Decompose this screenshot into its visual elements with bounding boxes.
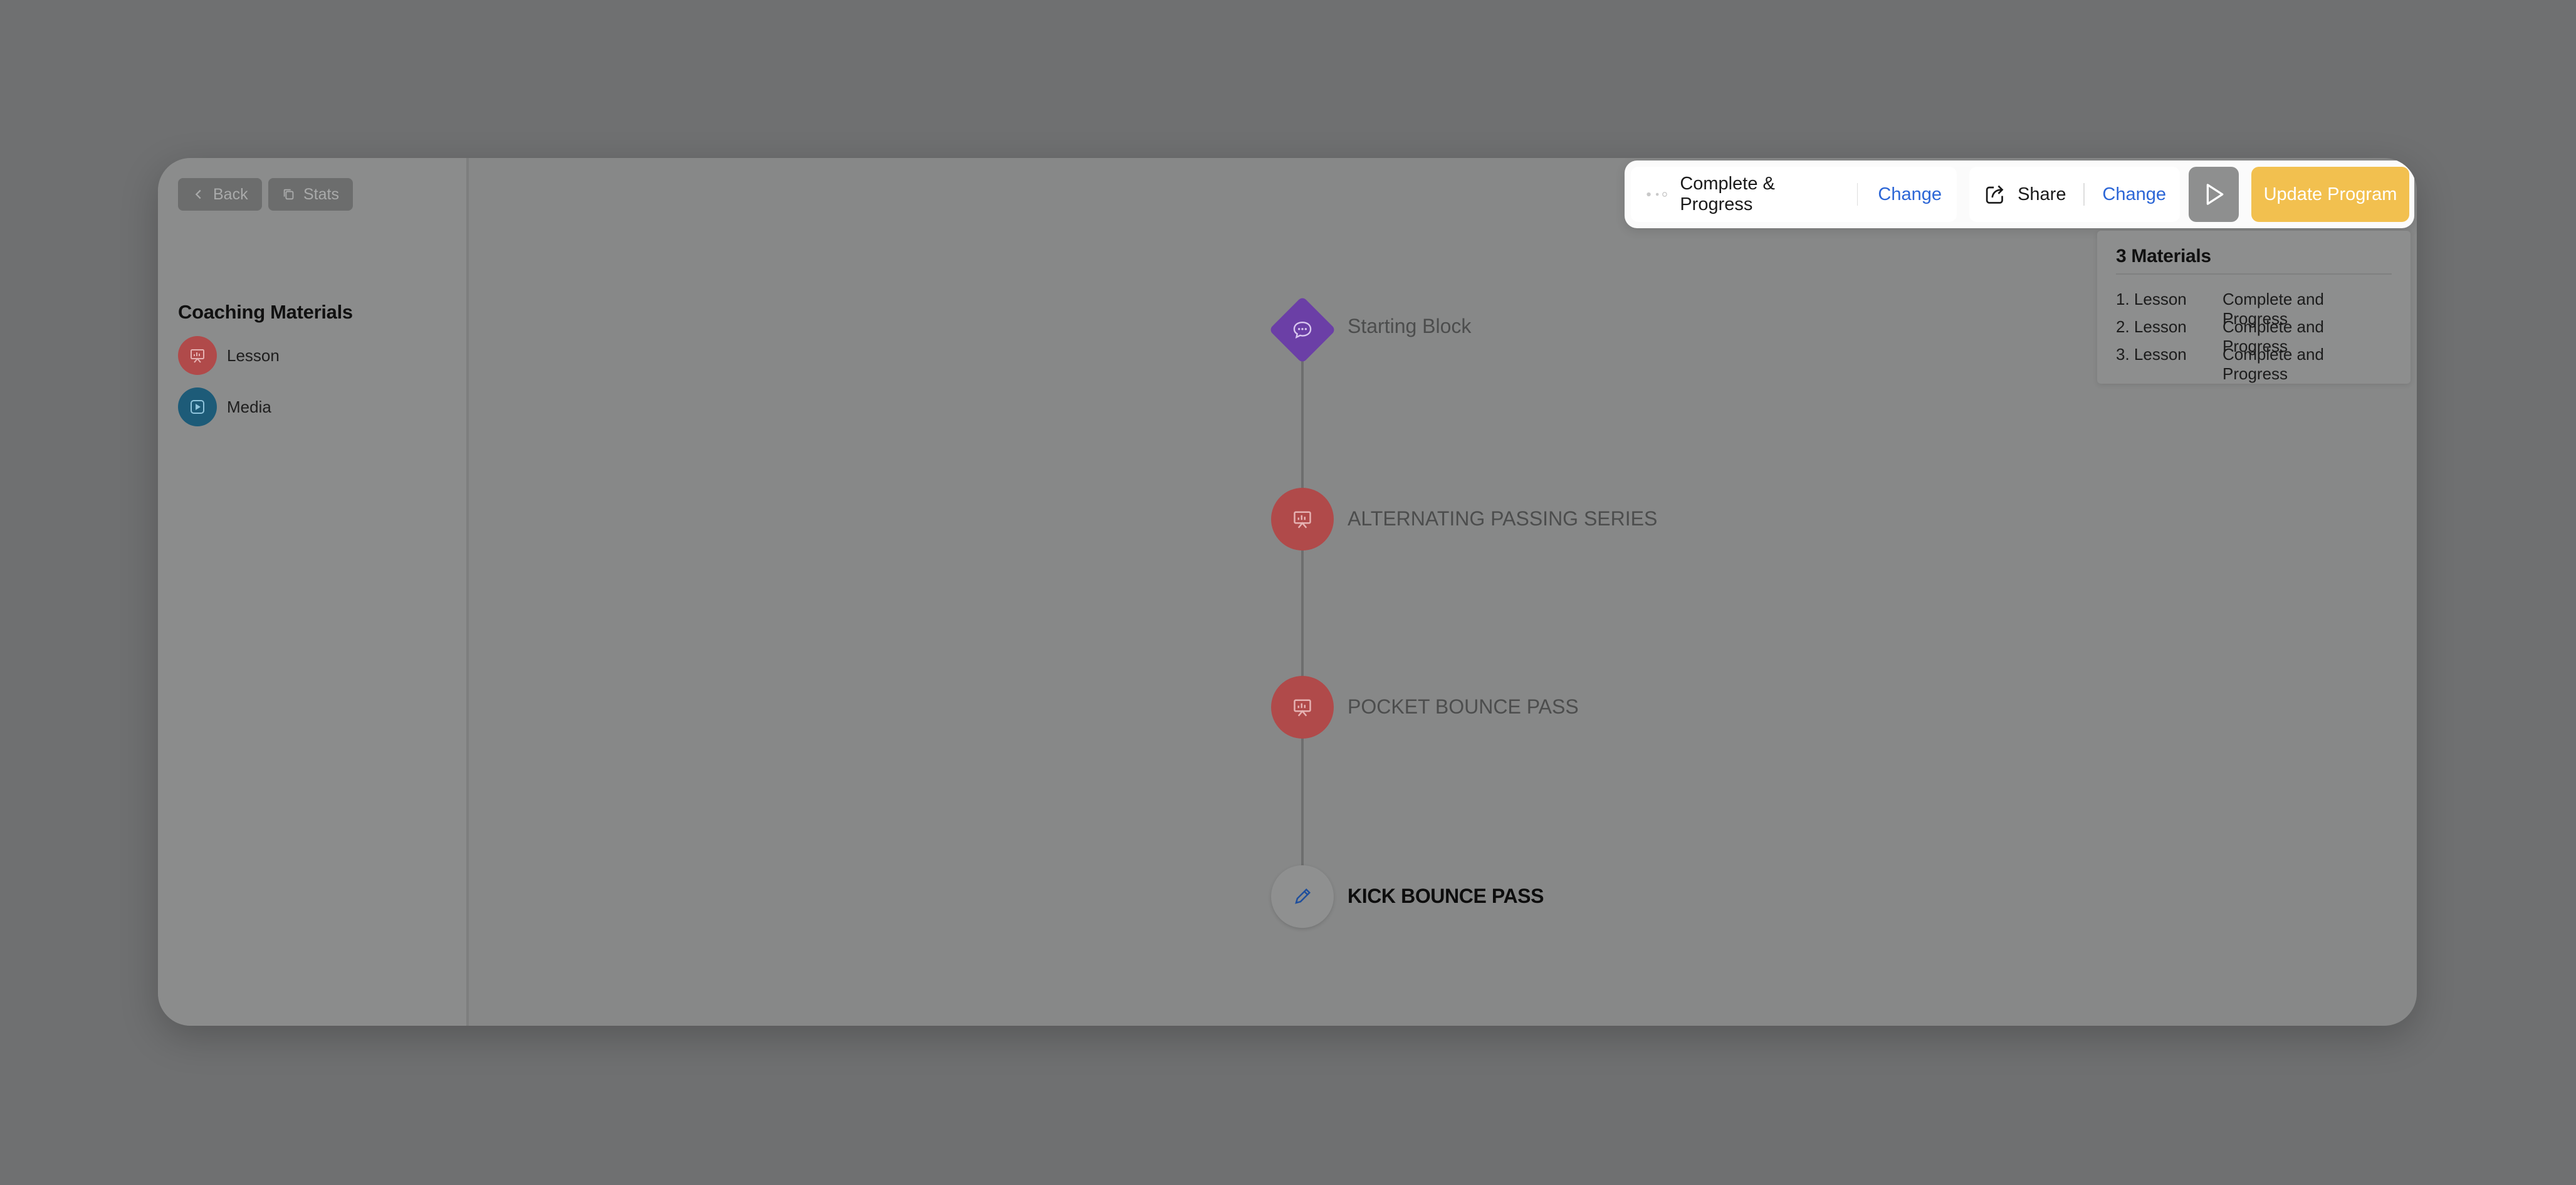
chevron-left-icon [195,189,201,199]
stats-button[interactable]: Stats [268,178,353,211]
progress-dots-icon [1647,192,1667,197]
presentation-icon [1294,699,1311,717]
update-program-button[interactable]: Update Program [2251,167,2409,222]
pencil-icon [1295,888,1311,904]
divider [2083,183,2085,206]
presentation-icon [178,336,217,375]
coaching-materials-heading: Coaching Materials [178,301,353,323]
copy-icon [283,189,294,200]
back-label: Back [213,185,248,203]
material-label: Lesson [227,345,280,365]
timeline-node-starting-block[interactable] [1269,296,1336,364]
program-toolbar: Complete & Progress Change Share Change … [1625,161,2414,228]
chat-bubble-icon [1293,321,1312,339]
timeline-node-label: POCKET BOUNCE PASS [1348,695,1579,718]
presentation-icon [1294,511,1311,529]
share-setting-group: Share Change [1969,167,2180,222]
share-label: Share [2018,184,2066,204]
timeline-node-alternating-passing-series[interactable] [1271,488,1334,550]
summary-row-name: 3. Lesson [2116,345,2187,364]
play-icon [2206,184,2224,205]
materials-sidebar: Back Stats Coaching Materials Lesson Med… [158,158,469,1026]
stats-label: Stats [303,185,339,203]
completion-setting-label: Complete & Progress [1680,174,1775,214]
timeline-node-pocket-bounce-pass[interactable] [1271,676,1334,739]
back-button[interactable]: Back [178,178,262,211]
materials-summary-panel: 3 Materials 1. Lesson Complete and Progr… [2097,231,2411,384]
material-item-media[interactable]: Media [178,387,271,426]
timeline-connector [1301,329,1304,905]
summary-title: 3 Materials [2116,246,2211,266]
timeline-node-label: ALTERNATING PASSING SERIES [1348,507,1658,530]
timeline-node-kick-bounce-pass[interactable] [1271,865,1334,928]
timeline-node-label: KICK BOUNCE PASS [1348,885,1544,907]
divider [1856,183,1858,206]
share-icon [1986,185,2004,204]
program-editor-window: Back Stats Coaching Materials Lesson Med… [158,158,2417,1026]
completion-setting-group: Complete & Progress Change [1631,167,1957,222]
preview-play-button[interactable] [2189,167,2239,222]
summary-row: 3. Lesson Complete and Progress [2116,345,2392,384]
play-square-icon [178,387,217,426]
change-share-link[interactable]: Change [2102,184,2166,205]
change-completion-link[interactable]: Change [1878,184,1942,205]
timeline-node-label: Starting Block [1348,315,1472,337]
material-label: Media [227,397,271,416]
divider [2116,273,2392,275]
summary-row-status: Complete and Progress [2223,345,2324,383]
material-item-lesson[interactable]: Lesson [178,336,280,375]
